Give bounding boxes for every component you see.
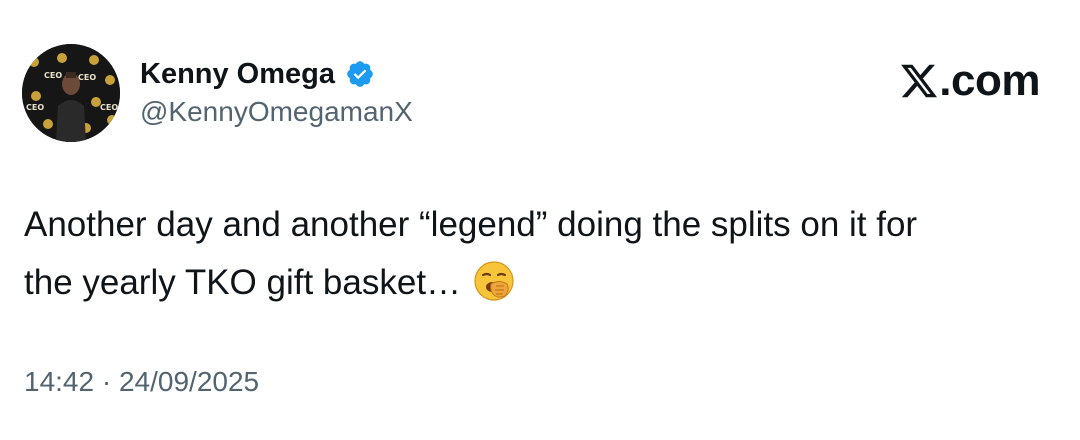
tweet-text-line: Another day and another “legend” doing t…	[24, 205, 918, 244]
tweet-date: 24/09/2025	[118, 366, 260, 397]
tweet-timestamp[interactable]: 14:42 · 24/09/2025	[24, 366, 259, 398]
site-logo: .com	[899, 58, 1040, 104]
avatar-backdrop-text: CEO	[44, 71, 62, 80]
timestamp-separator: ·	[101, 366, 112, 397]
author-display-name[interactable]: Kenny Omega	[140, 58, 335, 91]
avatar-image: CEO CEO CEO CEO CEO	[22, 44, 120, 142]
x-logo-icon	[901, 64, 938, 98]
site-suffix: .com	[939, 56, 1040, 105]
avatar-backdrop-text: CEO	[100, 103, 118, 112]
avatar-backdrop-text: CEO	[26, 103, 44, 112]
tweet-text-line: the yearly TKO gift basket…	[24, 263, 462, 302]
tweet-card: CEO CEO CEO CEO CEO Kenny Omega @KennyOm…	[0, 0, 1080, 440]
tweet-text-line-with-emoji: the yearly TKO gift basket…	[24, 254, 1054, 312]
verified-badge-icon	[345, 59, 375, 89]
tweet-text: Another day and another “legend” doing t…	[24, 196, 1054, 312]
author-name-row: Kenny Omega	[140, 54, 375, 94]
avatar-backdrop-text: CEO	[78, 73, 96, 82]
tweet-time: 14:42	[24, 366, 95, 397]
author-handle[interactable]: @KennyOmegamanX	[140, 96, 413, 128]
yawning-face-emoji-icon	[474, 261, 514, 301]
avatar[interactable]: CEO CEO CEO CEO CEO	[22, 44, 120, 142]
